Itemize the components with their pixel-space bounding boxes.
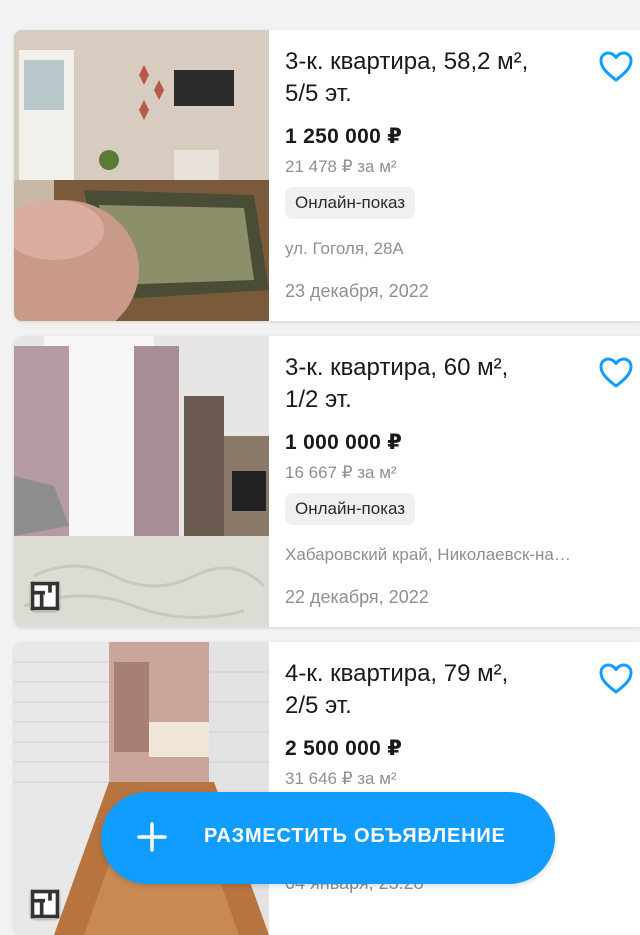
heart-outline-icon — [599, 357, 633, 388]
post-ad-label: РАЗМЕСТИТЬ ОБЪЯВЛЕНИЕ — [204, 825, 506, 847]
online-tour-badge: Онлайн-показ — [285, 493, 416, 525]
favorite-button[interactable] — [598, 662, 634, 696]
listing-price: 2 500 000 ₽ — [285, 737, 403, 760]
floor-plan-badge — [30, 581, 60, 611]
listing-info: 3-к. квартира, 60 м², 1/2 эт. 1 000 000 … — [285, 350, 626, 608]
heart-outline-icon — [599, 51, 633, 82]
listing-photo[interactable] — [14, 642, 269, 935]
listing-title[interactable]: 4-к. квартира, 79 м², 2/5 эт. — [285, 658, 585, 722]
listing-date: 23 декабря, 2022 — [285, 281, 429, 301]
listing-price: 1 250 000 ₽ — [285, 125, 403, 148]
listing-card[interactable]: 3-к. квартира, 60 м², 1/2 эт. 1 000 000 … — [14, 336, 640, 627]
online-tour-badge: Онлайн-показ — [285, 187, 416, 219]
listing-address: ул. Гоголя, 28А — [285, 239, 404, 258]
listing-photo-image — [14, 30, 269, 321]
floor-plan-badge — [30, 889, 60, 919]
listing-address: Хабаровский край, Николаевск-на… — [285, 545, 571, 564]
listing-title[interactable]: 3-к. квартира, 58,2 м², 5/5 эт. — [285, 46, 585, 110]
plus-icon — [137, 822, 167, 852]
listing-photo[interactable] — [14, 30, 269, 321]
favorite-button[interactable] — [598, 50, 634, 84]
listing-card[interactable]: 4-к. квартира, 79 м², 2/5 эт. 2 500 000 … — [14, 642, 640, 935]
listing-date: 22 декабря, 2022 — [285, 587, 429, 607]
listing-price: 1 000 000 ₽ — [285, 431, 403, 454]
listing-title[interactable]: 3-к. квартира, 60 м², 1/2 эт. — [285, 352, 585, 416]
listing-info: 3-к. квартира, 58,2 м², 5/5 эт. 1 250 00… — [285, 44, 626, 302]
post-ad-button[interactable]: РАЗМЕСТИТЬ ОБЪЯВЛЕНИЕ — [101, 792, 555, 884]
listing-card[interactable]: 3-к. квартира, 58,2 м², 5/5 эт. 1 250 00… — [14, 30, 640, 321]
listing-price-per-m: 16 667 ₽ за м² — [285, 463, 397, 482]
favorite-button[interactable] — [598, 356, 634, 390]
listing-photo[interactable] — [14, 336, 269, 627]
listing-price-per-m: 21 478 ₽ за м² — [285, 157, 397, 176]
listing-price-per-m: 31 646 ₽ за м² — [285, 769, 397, 788]
floor-plan-icon — [30, 581, 60, 611]
heart-outline-icon — [599, 663, 633, 694]
floor-plan-icon — [30, 889, 60, 919]
